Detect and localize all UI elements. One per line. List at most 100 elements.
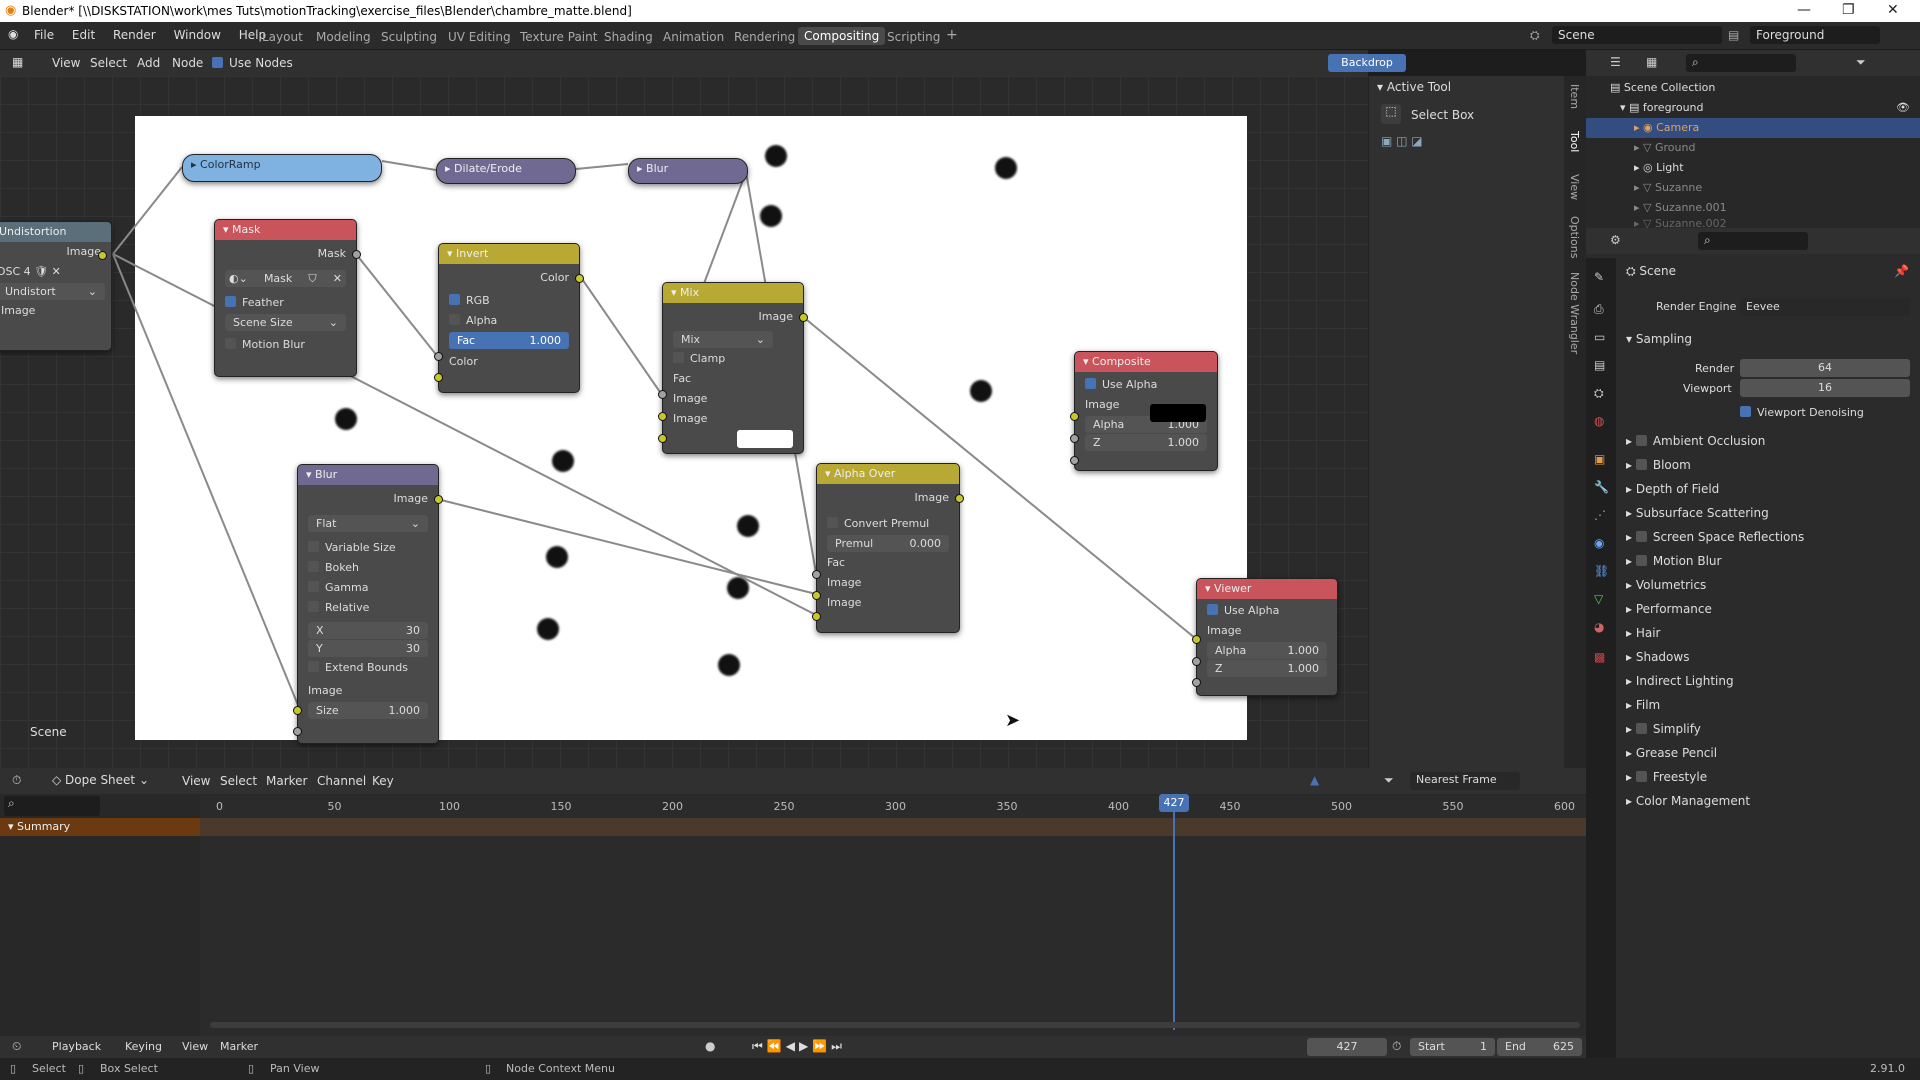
- alpha-field[interactable]: Alpha 1.000: [1207, 642, 1327, 659]
- gamma-checkbox[interactable]: Gamma: [298, 578, 438, 598]
- snap-dropdown[interactable]: Nearest Frame: [1410, 772, 1520, 790]
- tool-tab-icon[interactable]: ✎: [1594, 270, 1604, 284]
- panel-motion-blur[interactable]: ▸ Motion Blur: [1626, 554, 1721, 568]
- filter-dropdown[interactable]: Flat ⌄: [308, 515, 428, 532]
- node-header[interactable]: ▾ Blur: [298, 465, 438, 485]
- mode-dropdown[interactable]: ◇ Dope Sheet ⌄: [48, 772, 168, 790]
- panel-film[interactable]: ▸ Film: [1626, 698, 1660, 712]
- panel-ambient-occlusion[interactable]: ▸ Ambient Occlusion: [1626, 434, 1765, 448]
- node-header[interactable]: ▸ Dilate/Erode: [437, 159, 575, 179]
- selection-mode-icons[interactable]: ▣ ◫ ◪: [1381, 134, 1441, 152]
- panel-volumetrics[interactable]: ▸ Volumetrics: [1626, 578, 1706, 592]
- panel-ssr[interactable]: ▸ Screen Space Reflections: [1626, 530, 1804, 544]
- output-socket[interactable]: [799, 313, 808, 322]
- channel-search-input[interactable]: ⌕: [4, 796, 100, 816]
- input-socket[interactable]: [1070, 456, 1079, 465]
- restore-icon[interactable]: ❐: [1842, 2, 1855, 18]
- texture-tab-icon[interactable]: ▩: [1594, 650, 1605, 664]
- input-socket[interactable]: [812, 612, 821, 621]
- extend-bounds-checkbox[interactable]: Extend Bounds: [298, 658, 438, 678]
- editor-type-icon[interactable]: ☰: [1610, 55, 1621, 69]
- panel-shadows[interactable]: ▸ Shadows: [1626, 650, 1689, 664]
- panel-simplify[interactable]: ▸ Simplify: [1626, 722, 1701, 736]
- menu-channel[interactable]: Channel: [317, 774, 366, 788]
- variable-size-checkbox[interactable]: Variable Size: [298, 538, 438, 558]
- object-tab-icon[interactable]: ▣: [1594, 452, 1605, 466]
- editor-type-icon[interactable]: ⚙: [1610, 233, 1621, 247]
- input-socket[interactable]: [434, 373, 443, 382]
- input-socket[interactable]: [293, 727, 302, 736]
- panel-subsurface-scattering[interactable]: ▸ Subsurface Scattering: [1626, 506, 1769, 520]
- close-icon[interactable]: ✕: [52, 265, 61, 278]
- node-header[interactable]: ▾ Mix: [663, 283, 803, 303]
- relative-checkbox[interactable]: Relative: [298, 598, 438, 618]
- size-dropdown[interactable]: Scene Size ⌄: [225, 314, 346, 331]
- menu-select[interactable]: Select: [220, 774, 257, 788]
- node-mix[interactable]: ▾ Mix Image Mix ⌄ Clamp Fac Image Image: [658, 282, 808, 454]
- node-header[interactable]: ▾ Mask: [215, 220, 356, 240]
- alpha-checkbox[interactable]: Alpha: [439, 311, 579, 331]
- outliner-item-camera[interactable]: ▸ ◉ Camera: [1586, 118, 1920, 138]
- node-mask[interactable]: ▾ Mask Mask ◐⌄ Mask ⛉ ✕ Feather Scene Size ⌄…: [214, 219, 361, 377]
- output-socket[interactable]: [98, 251, 107, 260]
- viewport-samples-field[interactable]: 16: [1740, 379, 1910, 397]
- node-undistortion[interactable]: Undistortion Image DSC 4 🛡 ✕ Undistort ⌄ …: [0, 221, 112, 351]
- node-alpha-over[interactable]: ▾ Alpha Over Image Convert Premul Premul…: [812, 463, 964, 633]
- node-header[interactable]: ▾ Invert: [439, 244, 579, 264]
- panel-bloom[interactable]: ▸ Bloom: [1626, 458, 1691, 472]
- input-socket[interactable]: [293, 706, 302, 715]
- viewport-denoising-checkbox[interactable]: Viewport Denoising: [1740, 406, 1864, 419]
- output-socket[interactable]: [575, 274, 584, 283]
- outliner-collection-foreground[interactable]: ▾ ▤ foreground 👁: [1620, 98, 1910, 118]
- clip-selector[interactable]: DSC 4 🛡 ✕: [0, 262, 111, 282]
- record-icon[interactable]: ●: [705, 1039, 715, 1053]
- node-viewer[interactable]: ▾ Viewer Use Alpha Image Alpha 1.000 Z 1.0…: [1192, 578, 1338, 696]
- properties-search-input[interactable]: ⌕: [1698, 232, 1808, 250]
- node-blur-collapsed[interactable]: ▸ Blur: [628, 158, 748, 184]
- bokeh-checkbox[interactable]: Bokeh: [298, 558, 438, 578]
- menu-view[interactable]: View: [182, 774, 210, 788]
- current-frame-field[interactable]: 427: [1307, 1038, 1387, 1056]
- x-field[interactable]: X 30: [308, 622, 428, 639]
- input-socket[interactable]: [1192, 657, 1201, 666]
- input-socket[interactable]: [1192, 678, 1201, 687]
- transport-controls[interactable]: ⏮⏪◀▶⏩⏭: [752, 1039, 846, 1054]
- material-tab-icon[interactable]: ◕: [1594, 620, 1604, 634]
- eye-icon[interactable]: 👁: [1896, 98, 1910, 118]
- view-layer-tab-icon[interactable]: ▤: [1594, 358, 1605, 372]
- start-frame-field[interactable]: Start 1: [1410, 1038, 1495, 1056]
- menu-playback[interactable]: Playback: [52, 1040, 101, 1053]
- z-field[interactable]: Z 1.000: [1207, 660, 1327, 677]
- select-box-icon[interactable]: ⬚: [1381, 104, 1401, 124]
- output-tab-icon[interactable]: ▭: [1594, 330, 1605, 344]
- menu-key[interactable]: Key: [372, 774, 394, 788]
- current-frame-badge[interactable]: 427: [1159, 794, 1189, 812]
- output-socket[interactable]: [352, 250, 361, 259]
- shield-icon[interactable]: ⛉: [308, 270, 316, 287]
- node-composite[interactable]: ▾ Composite Use Alpha Image Alpha 1.000 Z…: [1070, 351, 1218, 471]
- node-header[interactable]: ▾ Composite: [1075, 352, 1217, 372]
- fake-user-icon[interactable]: 🛡: [34, 265, 48, 278]
- node-header[interactable]: ▾ Alpha Over: [817, 464, 959, 484]
- editor-type-icon[interactable]: ⏱: [12, 773, 21, 788]
- input-socket[interactable]: [1192, 635, 1201, 644]
- fac-slider[interactable]: Fac 1.000: [449, 332, 569, 349]
- menu-view[interactable]: View: [182, 1040, 208, 1053]
- input-socket[interactable]: [658, 434, 667, 443]
- panel-grease-pencil[interactable]: ▸ Grease Pencil: [1626, 746, 1717, 760]
- z-field[interactable]: Z 1.000: [1085, 434, 1207, 451]
- scene-selector[interactable]: Scene: [1552, 26, 1722, 44]
- scene-tab-icon[interactable]: ⛭: [1594, 386, 1604, 401]
- output-socket[interactable]: [434, 495, 443, 504]
- end-frame-field[interactable]: End 625: [1497, 1038, 1582, 1056]
- menu-marker[interactable]: Marker: [266, 774, 307, 788]
- playhead[interactable]: [1173, 796, 1175, 1030]
- rgb-checkbox[interactable]: RGB: [439, 291, 579, 311]
- render-engine-dropdown[interactable]: Eevee: [1740, 298, 1910, 316]
- pin-icon[interactable]: 📌: [1894, 264, 1909, 278]
- render-tab-icon[interactable]: ⎙: [1594, 302, 1604, 317]
- node-header[interactable]: Undistortion: [0, 222, 111, 242]
- physics-tab-icon[interactable]: ◉: [1594, 536, 1604, 550]
- filter-icon[interactable]: ⏷: [1856, 55, 1866, 70]
- outliner-item-suzanne-002[interactable]: ▸ ▽ Suzanne.002: [1634, 214, 1727, 228]
